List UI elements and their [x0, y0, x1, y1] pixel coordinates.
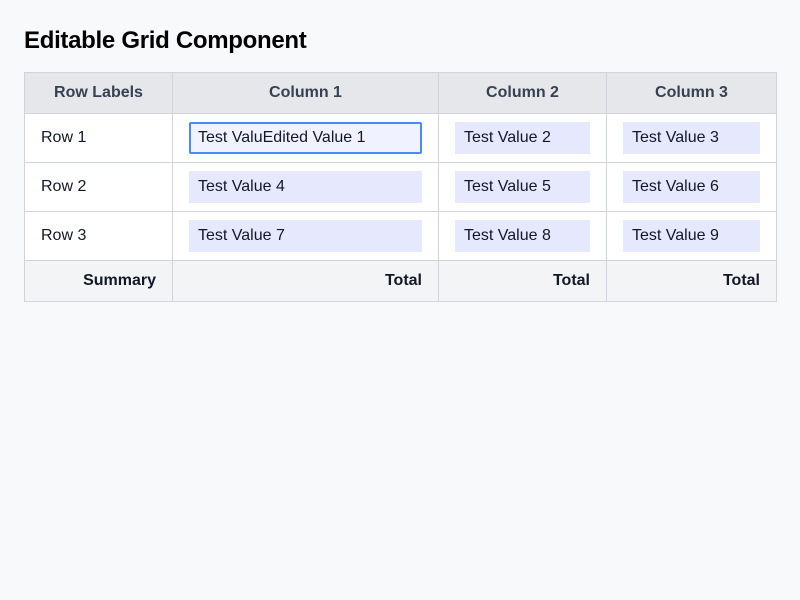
table-row: Row 1	[24, 113, 777, 163]
row-label: Row 3	[24, 211, 173, 261]
table-row: Row 3	[24, 211, 777, 261]
header-column-3: Column 3	[606, 72, 777, 114]
cell-input-r1-c3[interactable]	[623, 122, 760, 154]
row-label: Row 1	[24, 113, 173, 163]
grid-footer: Summary Total Total Total	[24, 260, 777, 302]
cell-input-r1-c2[interactable]	[455, 122, 590, 154]
grid-cell	[606, 211, 777, 261]
grid-cell	[172, 162, 439, 212]
page: Editable Grid Component Row Labels Colum…	[0, 0, 800, 600]
summary-label: Summary	[24, 260, 173, 302]
header-column-2: Column 2	[438, 72, 607, 114]
summary-row: Summary Total Total Total	[24, 260, 777, 302]
cell-input-r3-c1[interactable]	[189, 220, 422, 252]
header-row: Row Labels Column 1 Column 2 Column 3	[24, 72, 777, 114]
cell-input-r1-c1[interactable]	[189, 122, 422, 154]
cell-input-r2-c3[interactable]	[623, 171, 760, 203]
cell-input-r3-c2[interactable]	[455, 220, 590, 252]
total-column-3: Total	[606, 260, 777, 302]
grid-cell	[438, 113, 607, 163]
grid-cell	[438, 162, 607, 212]
grid-cell	[438, 211, 607, 261]
cell-input-r3-c3[interactable]	[623, 220, 760, 252]
table-row: Row 2	[24, 162, 777, 212]
grid-cell	[606, 162, 777, 212]
grid-cell	[606, 113, 777, 163]
header-row-labels: Row Labels	[24, 72, 173, 114]
total-column-1: Total	[172, 260, 439, 302]
cell-input-r2-c1[interactable]	[189, 171, 422, 203]
total-column-2: Total	[438, 260, 607, 302]
row-label: Row 2	[24, 162, 173, 212]
grid-header: Row Labels Column 1 Column 2 Column 3	[24, 72, 777, 114]
cell-input-r2-c2[interactable]	[455, 171, 590, 203]
header-column-1: Column 1	[172, 72, 439, 114]
grid-cell	[172, 113, 439, 163]
grid-cell	[172, 211, 439, 261]
editable-grid: Row Labels Column 1 Column 2 Column 3 Ro…	[24, 72, 777, 302]
page-title: Editable Grid Component	[24, 27, 307, 54]
grid-body: Row 1 Row 2	[24, 113, 777, 261]
